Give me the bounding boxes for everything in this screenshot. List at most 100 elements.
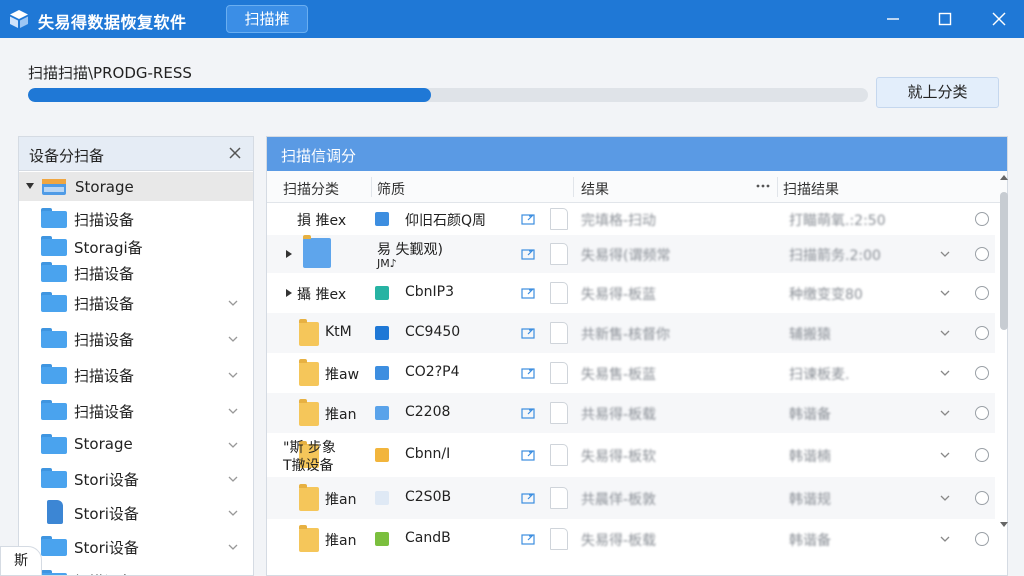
tree-item[interactable]: 扫描设备 — [19, 287, 253, 317]
table-row[interactable]: 攝 推ex CbnIP3 失易得-板蓝 种缴变变80 — [267, 273, 995, 313]
document-icon — [550, 362, 568, 384]
document-icon — [550, 282, 568, 304]
chevron-down-icon[interactable] — [939, 451, 951, 459]
chevron-down-icon[interactable] — [939, 289, 951, 297]
select-radio[interactable] — [975, 532, 989, 546]
tree-item[interactable]: 扫描设备 — [19, 565, 253, 575]
tree-item[interactable]: Stori设备 — [19, 463, 253, 493]
chevron-down-icon[interactable] — [939, 329, 951, 337]
tree-root-storage[interactable]: Storage — [19, 172, 253, 201]
document-icon — [550, 402, 568, 424]
chevron-down-icon[interactable] — [227, 299, 239, 307]
column-divider[interactable] — [371, 177, 372, 197]
select-radio[interactable] — [975, 212, 989, 226]
tab-scan[interactable]: 扫描推 — [226, 5, 308, 33]
open-icon[interactable] — [521, 213, 535, 225]
table-row[interactable]: 推an CandB 失易得-板载 韩谐备 — [267, 519, 995, 559]
chevron-down-icon[interactable] — [227, 543, 239, 551]
file-folder-icon — [299, 484, 319, 511]
folder-icon — [41, 364, 67, 384]
tree-item[interactable]: 扫描设备 — [19, 257, 253, 287]
open-icon[interactable] — [521, 407, 535, 419]
file-folder-icon — [299, 319, 319, 346]
tree-item-label: Stori设备 — [74, 505, 139, 523]
close-icon[interactable] — [227, 145, 243, 161]
column-header-scan-result[interactable]: 扫描结果 — [783, 179, 839, 199]
tree-item-label: Stori设备 — [74, 471, 139, 489]
select-radio[interactable] — [975, 448, 989, 462]
select-radio[interactable] — [975, 366, 989, 380]
file-type-icon — [375, 532, 389, 546]
open-icon[interactable] — [521, 533, 535, 545]
select-radio[interactable] — [975, 491, 989, 505]
column-header-category[interactable]: 扫描分类 — [283, 179, 339, 199]
table-header: 扫描分类 筛质 结果 扫描结果 — [267, 171, 1007, 203]
minimize-button[interactable] — [870, 0, 916, 38]
classify-button[interactable]: 就上分类 — [876, 77, 999, 108]
corner-badge[interactable]: 斯 — [0, 546, 42, 576]
select-radio[interactable] — [975, 247, 989, 261]
table-row[interactable]: KtM CC9450 共新售-核督你 辅搬猿 — [267, 313, 995, 353]
tree-item[interactable]: 扫描设备 — [19, 323, 253, 353]
chevron-down-icon[interactable] — [227, 475, 239, 483]
minimize-icon — [887, 18, 899, 20]
table-row[interactable]: 推an C2S0B 共晨佯-板敦 韩谐规 — [267, 477, 995, 519]
open-icon[interactable] — [521, 449, 535, 461]
chevron-down-icon[interactable] — [227, 335, 239, 343]
table-row[interactable]: 推an C2208 共易得-板载 韩谐备 — [267, 393, 995, 433]
chevron-down-icon[interactable] — [227, 371, 239, 379]
chevron-down-icon[interactable] — [227, 441, 239, 449]
chevron-down-icon[interactable] — [939, 369, 951, 377]
select-radio[interactable] — [975, 326, 989, 340]
select-radio[interactable] — [975, 286, 989, 300]
open-icon[interactable] — [521, 367, 535, 379]
cell-filter: 易 失觐观) — [377, 242, 443, 258]
scan-results-header: 扫描信调分 — [267, 137, 1007, 171]
table-row[interactable]: 損 推ex 仰旧石颜Q周 完填格-扫动 打瞄萌氧.:2:50 — [267, 203, 995, 235]
expand-arrow-icon[interactable] — [25, 181, 35, 191]
tree-item-label: Storagi备 — [74, 239, 143, 257]
chevron-down-icon[interactable] — [939, 535, 951, 543]
tree-item[interactable]: 扫描设备 — [19, 359, 253, 389]
table-row[interactable]: "斯 步象 T撤设备 Cbnn/I 失易得-板软 韩谐楠 — [267, 433, 995, 477]
tree-item[interactable]: Stori设备 — [19, 531, 253, 561]
progress-label: 扫描扫描\PRODG-RESS — [28, 64, 192, 82]
device-panel-header: 设备分扫备 — [19, 137, 253, 171]
expand-arrow-icon[interactable] — [285, 249, 293, 259]
scrollbar-thumb[interactable] — [1000, 192, 1008, 330]
open-icon[interactable] — [521, 248, 535, 260]
file-type-icon — [375, 326, 389, 340]
chevron-down-icon[interactable] — [939, 409, 951, 417]
column-header-filter[interactable]: 筛质 — [377, 179, 405, 199]
cell-scan-result: 扫描箭务.2:00 — [789, 248, 881, 264]
tree-item[interactable]: 扫描设备 — [19, 395, 253, 425]
cell-result: 失易得-板蓝 — [581, 287, 657, 303]
chevron-down-icon[interactable] — [227, 407, 239, 415]
document-icon — [550, 487, 568, 509]
more-icon[interactable] — [755, 183, 771, 189]
select-radio[interactable] — [975, 406, 989, 420]
open-icon[interactable] — [521, 287, 535, 299]
maximize-button[interactable] — [922, 0, 968, 38]
cell-scan-result: 扫谏板麦. — [789, 367, 850, 383]
folder-icon — [41, 570, 67, 575]
document-icon — [550, 208, 568, 230]
chevron-down-icon[interactable] — [939, 250, 951, 258]
tree-item[interactable]: 扫描设备 — [19, 203, 253, 233]
table-row[interactable]: 推aw CO2?P4 失易售-板蓝 扫谏板麦. — [267, 353, 995, 393]
table-row[interactable]: 易 失觐观) JM♪ 失易得(谓频常 扫描箭务.2:00 — [267, 235, 995, 273]
open-icon[interactable] — [521, 327, 535, 339]
cell-filter: CandB — [405, 530, 451, 546]
open-icon[interactable] — [521, 492, 535, 504]
column-divider[interactable] — [777, 177, 778, 197]
chevron-down-icon[interactable] — [939, 494, 951, 502]
close-button[interactable] — [976, 0, 1022, 38]
tree-item[interactable]: Storage — [19, 429, 253, 459]
cell-filter: C2208 — [405, 404, 451, 420]
chevron-down-icon[interactable] — [227, 509, 239, 517]
column-header-result[interactable]: 结果 — [581, 179, 609, 199]
column-divider[interactable] — [573, 177, 574, 197]
cell-scan-result: 韩谐备 — [789, 407, 831, 423]
expand-arrow-icon[interactable] — [285, 288, 293, 298]
tree-item[interactable]: Stori设备 — [19, 497, 253, 527]
